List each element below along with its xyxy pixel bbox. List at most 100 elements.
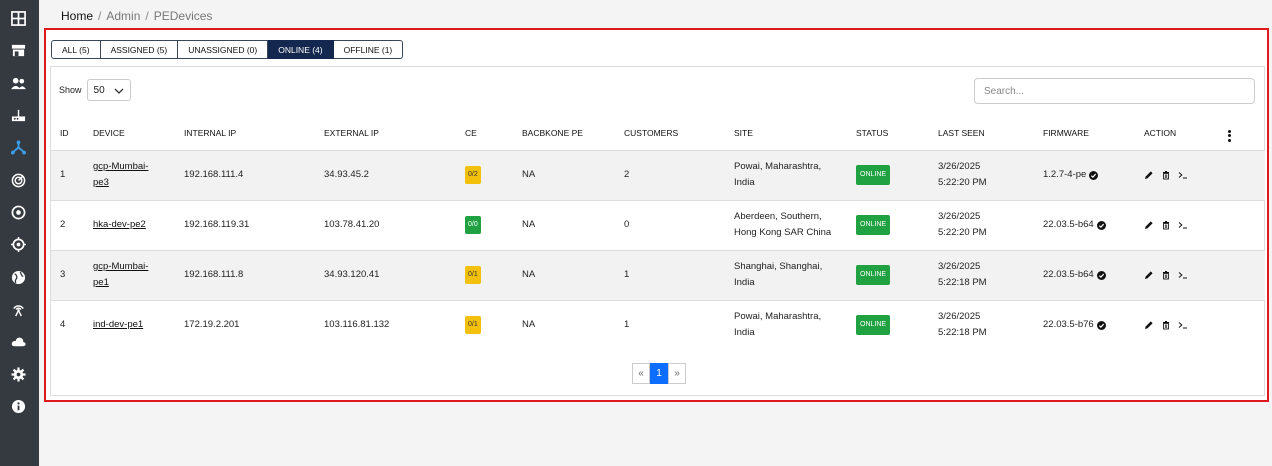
info-icon[interactable] bbox=[9, 397, 27, 415]
cloud-icon[interactable] bbox=[9, 332, 27, 350]
target-icon[interactable] bbox=[9, 203, 27, 221]
crosshair-icon[interactable] bbox=[9, 235, 27, 253]
cell-site: Aberdeen, Southern, Hong Kong SAR China bbox=[734, 211, 832, 238]
table-row: 3 gcp-Mumbai-pe1 192.168.111.8 34.93.120.41… bbox=[51, 250, 1265, 300]
col-external-ip[interactable]: EXTERNAL IP bbox=[324, 117, 465, 150]
tab-assigned[interactable]: ASSIGNED (5) bbox=[100, 40, 179, 59]
breadcrumb-admin[interactable]: Admin bbox=[106, 9, 140, 23]
ce-badge: 0/1 bbox=[465, 266, 481, 284]
col-action: ACTION bbox=[1144, 128, 1177, 139]
delete-trash-icon[interactable] bbox=[1161, 170, 1172, 181]
row-actions bbox=[1144, 320, 1228, 331]
terminal-icon[interactable] bbox=[1178, 220, 1189, 231]
cell-last-seen: 3/26/2025 5:22:20 PM bbox=[938, 211, 987, 238]
breadcrumb-separator: / bbox=[98, 9, 102, 23]
gear-icon[interactable] bbox=[9, 365, 27, 383]
pagination-prev[interactable]: « bbox=[632, 363, 650, 384]
edit-pencil-icon[interactable] bbox=[1144, 220, 1155, 231]
radar-icon[interactable] bbox=[9, 171, 27, 189]
cell-site: Powai, Maharashtra, India bbox=[734, 311, 822, 339]
cell-last-seen: 3/26/2025 5:22:18 PM bbox=[938, 261, 987, 288]
edit-pencil-icon[interactable] bbox=[1144, 320, 1155, 331]
cell-backbone-pe: NA bbox=[522, 319, 536, 331]
col-ce[interactable]: CE bbox=[465, 117, 522, 150]
edit-pencil-icon[interactable] bbox=[1144, 170, 1155, 181]
cell-customers: 0 bbox=[624, 219, 630, 230]
delete-trash-icon[interactable] bbox=[1161, 220, 1172, 231]
page-size-control: Show 50 bbox=[59, 79, 131, 101]
breadcrumb-current: PEDevices bbox=[153, 9, 213, 23]
chevron-down-icon bbox=[114, 88, 123, 94]
cell-backbone-pe: NA bbox=[522, 169, 536, 180]
cell-site: Powai, Maharashtra, India bbox=[734, 161, 822, 188]
col-internal-ip[interactable]: INTERNAL IP bbox=[184, 117, 324, 150]
status-badge: ONLINE bbox=[856, 165, 891, 185]
devices-table-panel: Show 50 ID DEVICE INTERNAL IP EXTERNAL I… bbox=[50, 66, 1265, 396]
pagination-next[interactable]: » bbox=[668, 363, 686, 384]
col-backbone-pe[interactable]: BACBKONE PE bbox=[522, 117, 624, 150]
dashboard-grid-icon[interactable] bbox=[9, 9, 27, 27]
tab-all[interactable]: ALL (5) bbox=[51, 40, 101, 59]
globe-icon[interactable] bbox=[9, 268, 27, 286]
ce-badge: 0/0 bbox=[465, 216, 481, 234]
cell-customers: 1 bbox=[624, 269, 630, 280]
tab-unassigned[interactable]: UNASSIGNED (0) bbox=[178, 40, 269, 59]
col-customers[interactable]: CUSTOMERS bbox=[624, 117, 734, 150]
cell-customers: 2 bbox=[624, 169, 630, 180]
cell-id: 2 bbox=[60, 219, 66, 230]
terminal-icon[interactable] bbox=[1178, 270, 1189, 281]
device-link[interactable]: gcp-Mumbai-pe1 bbox=[93, 261, 148, 288]
devices-card: ALL (5) ASSIGNED (5) UNASSIGNED (0) ONLI… bbox=[44, 28, 1269, 402]
cell-external-ip: 103.78.41.20 bbox=[324, 219, 380, 230]
delete-trash-icon[interactable] bbox=[1161, 270, 1172, 281]
store-icon[interactable] bbox=[9, 41, 27, 59]
col-id[interactable]: ID bbox=[51, 117, 93, 150]
table-row: 2 hka-dev-pe2 192.168.119.31 103.78.41.20 0/… bbox=[51, 200, 1265, 250]
pagination: « 1 » bbox=[632, 363, 686, 384]
devices-table: ID DEVICE INTERNAL IP EXTERNAL IP CE BAC… bbox=[51, 117, 1265, 350]
device-link[interactable]: hka-dev-pe2 bbox=[93, 219, 146, 230]
cell-internal-ip: 172.19.2.201 bbox=[184, 319, 240, 331]
cell-external-ip: 34.93.45.2 bbox=[324, 169, 369, 180]
router-icon[interactable] bbox=[9, 106, 27, 124]
col-device[interactable]: DEVICE bbox=[93, 117, 184, 150]
cell-id: 4 bbox=[60, 319, 66, 331]
cell-id: 3 bbox=[60, 269, 66, 280]
pagination-page[interactable]: 1 bbox=[650, 363, 668, 384]
verified-check-icon bbox=[1089, 170, 1099, 180]
tab-offline[interactable]: OFFLINE (1) bbox=[333, 40, 404, 59]
verified-check-icon bbox=[1096, 320, 1106, 330]
col-status[interactable]: STATUS bbox=[856, 117, 938, 150]
delete-trash-icon[interactable] bbox=[1161, 320, 1172, 331]
column-menu[interactable] bbox=[1228, 117, 1265, 150]
col-site[interactable]: SITE bbox=[734, 117, 856, 150]
page-size-select[interactable]: 50 bbox=[86, 79, 131, 101]
cell-internal-ip: 192.168.119.31 bbox=[184, 219, 250, 230]
cell-firmware: 22.03.5-b64 bbox=[1043, 217, 1144, 233]
show-label: Show bbox=[59, 85, 82, 95]
col-firmware[interactable]: FIRMWARE bbox=[1043, 117, 1144, 150]
status-badge: ONLINE bbox=[856, 215, 891, 235]
search-input[interactable] bbox=[974, 78, 1255, 104]
edit-pencil-icon[interactable] bbox=[1144, 270, 1155, 281]
users-icon[interactable] bbox=[9, 74, 27, 92]
cell-site: Shanghai, Shanghai, India bbox=[734, 261, 823, 288]
status-badge: ONLINE bbox=[856, 265, 891, 285]
table-row: 4 ind-dev-pe1 172.19.2.201 103.116.81.132 0/… bbox=[51, 300, 1265, 350]
breadcrumb-home[interactable]: Home bbox=[61, 9, 93, 23]
device-link[interactable]: ind-dev-pe1 bbox=[93, 319, 143, 330]
table-row: 1 gcp-Mumbai-pe3 192.168.111.4 34.93.45.2 0/… bbox=[51, 150, 1265, 200]
network-hub-icon[interactable] bbox=[9, 138, 27, 156]
cell-last-seen: 3/26/2025 5:22:20 PM bbox=[938, 161, 987, 188]
terminal-icon[interactable] bbox=[1178, 320, 1189, 331]
terminal-icon[interactable] bbox=[1178, 170, 1189, 181]
kebab-menu-icon[interactable] bbox=[1228, 129, 1231, 142]
tab-online[interactable]: ONLINE (4) bbox=[268, 40, 334, 59]
ce-badge: 0/2 bbox=[465, 166, 481, 184]
antenna-icon[interactable] bbox=[9, 300, 27, 318]
device-link[interactable]: gcp-Mumbai-pe3 bbox=[93, 161, 148, 188]
col-last-seen[interactable]: LAST SEEN bbox=[938, 117, 1043, 150]
breadcrumb: Home / Admin / PEDevices bbox=[61, 9, 212, 23]
cell-firmware: 22.03.5-b76 bbox=[1043, 317, 1144, 333]
cell-last-seen: 3/26/2025 5:22:18 PM bbox=[938, 311, 987, 339]
